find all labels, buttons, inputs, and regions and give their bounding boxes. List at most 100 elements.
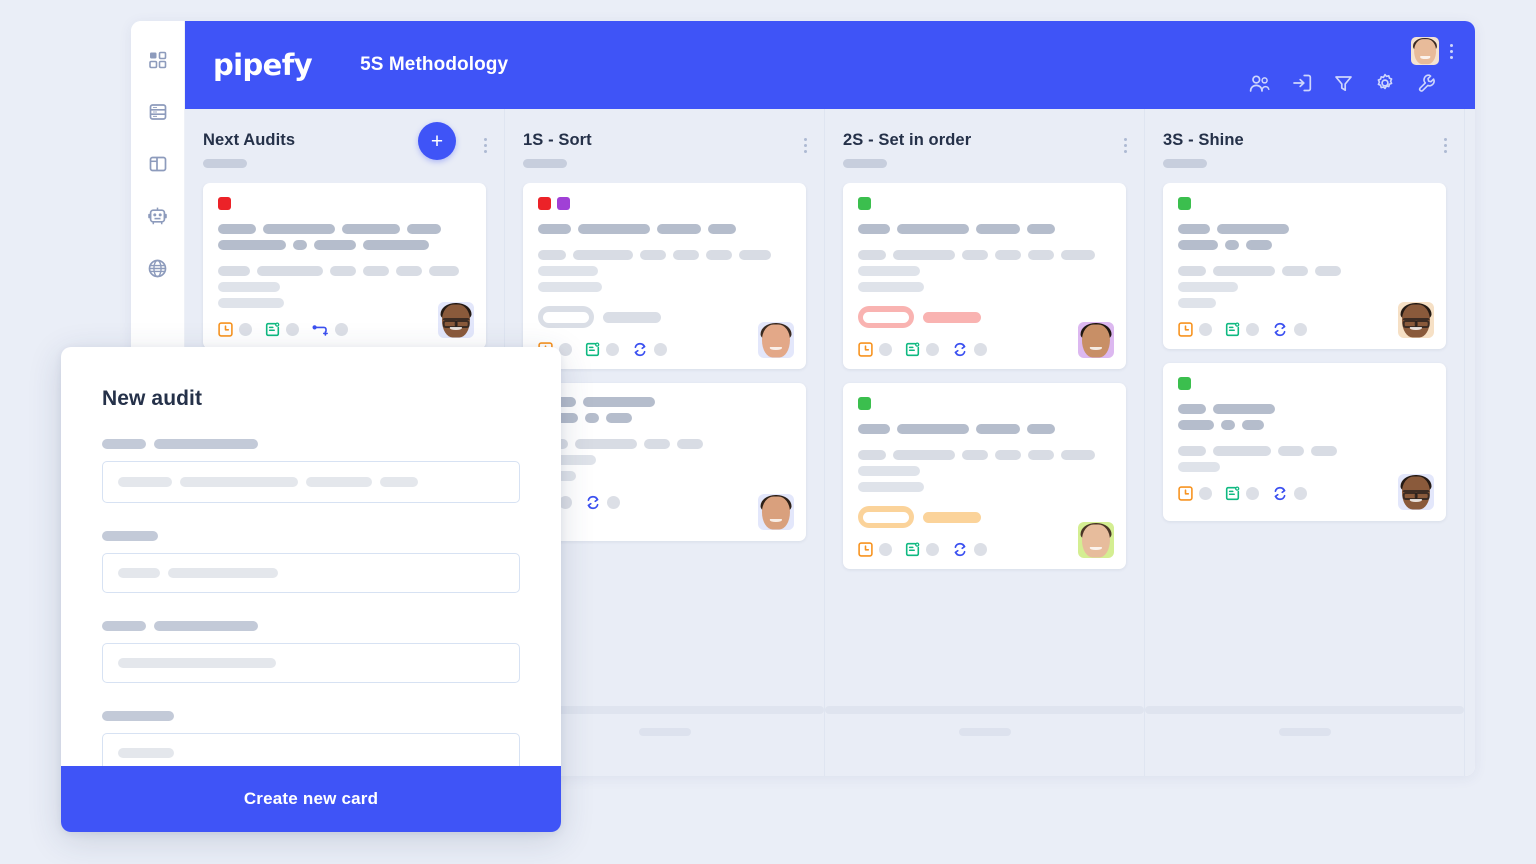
column-header: 1S - Sort — [505, 109, 824, 183]
sidebar-item-dashboard[interactable] — [145, 47, 171, 73]
skeleton-bar — [858, 482, 924, 492]
glasses-icon — [1402, 317, 1430, 328]
avatar[interactable] — [758, 494, 794, 530]
skeleton-bar — [1027, 224, 1055, 234]
refresh-icon[interactable] — [632, 342, 648, 357]
card-body-skeleton — [858, 282, 1111, 292]
board-card[interactable] — [843, 383, 1126, 569]
column-title: 2S - Set in order — [843, 131, 972, 149]
field-input[interactable] — [102, 643, 520, 683]
skeleton-bar — [218, 298, 284, 308]
skeleton-bar — [644, 439, 670, 449]
skeleton-bar — [893, 450, 955, 460]
avatar-photo — [1078, 322, 1114, 358]
field-input[interactable] — [102, 733, 520, 766]
refresh-icon[interactable] — [1272, 486, 1288, 501]
clock-icon[interactable] — [1178, 486, 1193, 501]
board-card[interactable] — [843, 183, 1126, 369]
avatar[interactable] — [1078, 322, 1114, 358]
skeleton-bar — [1178, 404, 1206, 414]
card-footer — [858, 542, 1111, 557]
avatar[interactable] — [1398, 474, 1434, 510]
connector-icon[interactable] — [312, 323, 329, 337]
card-title-skeleton — [858, 424, 1111, 434]
skeleton-bar — [102, 621, 146, 631]
footer-value-skeleton — [879, 343, 892, 356]
column-kebab-menu[interactable] — [1118, 135, 1132, 155]
label-chip — [538, 197, 551, 210]
topbar-kebab-menu[interactable] — [1443, 40, 1459, 62]
avatar[interactable] — [438, 302, 474, 338]
board-card[interactable] — [203, 183, 486, 349]
calendar-check-icon[interactable] — [585, 342, 600, 357]
field-input[interactable] — [102, 461, 520, 503]
calendar-check-icon[interactable] — [905, 542, 920, 557]
card-body-skeleton — [218, 298, 471, 308]
clock-icon[interactable] — [858, 542, 873, 557]
refresh-icon[interactable] — [952, 542, 968, 557]
card-labels — [858, 397, 1111, 410]
avatar[interactable] — [1398, 302, 1434, 338]
skeleton-bar — [976, 424, 1020, 434]
card-meta-skeleton — [538, 250, 791, 260]
board-card[interactable] — [1163, 183, 1446, 349]
skeleton-bar — [858, 250, 886, 260]
refresh-icon[interactable] — [952, 342, 968, 357]
skeleton-bar — [893, 250, 955, 260]
skeleton-bar — [218, 282, 280, 292]
skeleton-bar — [1178, 240, 1218, 250]
column-kebab-menu[interactable] — [478, 135, 492, 155]
calendar-check-icon[interactable] — [1225, 322, 1240, 337]
avatar[interactable] — [1078, 522, 1114, 558]
clock-icon[interactable] — [858, 342, 873, 357]
filter-icon[interactable] — [1334, 74, 1353, 93]
skeleton-bar — [858, 224, 890, 234]
avatar[interactable] — [1411, 37, 1439, 65]
calendar-check-icon[interactable] — [265, 322, 280, 337]
import-icon[interactable] — [1292, 73, 1312, 93]
skeleton-bar — [538, 266, 598, 276]
avatar[interactable] — [758, 322, 794, 358]
add-card-button[interactable]: + — [418, 122, 456, 160]
card-body-skeleton — [538, 282, 791, 292]
refresh-icon[interactable] — [585, 495, 601, 510]
card-labels — [858, 197, 1111, 210]
footer-value-skeleton — [239, 323, 252, 336]
clock-icon[interactable] — [1178, 322, 1193, 337]
board-card[interactable] — [523, 183, 806, 369]
board-card[interactable] — [523, 383, 806, 541]
board-card[interactable] — [1163, 363, 1446, 521]
skeleton-bar — [575, 439, 637, 449]
top-bar: pipefy 5S Methodology — [185, 21, 1475, 109]
clock-icon[interactable] — [218, 322, 233, 337]
sidebar-item-layout[interactable] — [145, 151, 171, 177]
wrench-icon[interactable] — [1417, 73, 1437, 93]
sidebar-item-globe[interactable] — [145, 255, 171, 281]
avatar-photo — [1411, 37, 1439, 65]
gear-icon[interactable] — [1375, 73, 1395, 93]
sidebar-item-database[interactable] — [145, 99, 171, 125]
refresh-icon[interactable] — [1272, 322, 1288, 337]
members-icon[interactable] — [1249, 74, 1270, 93]
column-count-skeleton — [1163, 159, 1207, 168]
badge-pill — [858, 506, 914, 528]
column-kebab-menu[interactable] — [1438, 135, 1452, 155]
calendar-check-icon[interactable] — [905, 342, 920, 357]
field-input[interactable] — [102, 553, 520, 593]
footer-value-skeleton — [559, 343, 572, 356]
glasses-icon — [1402, 489, 1430, 500]
skeleton-bar — [858, 466, 920, 476]
column-kebab-menu[interactable] — [798, 135, 812, 155]
create-new-card-button[interactable]: Create new card — [61, 766, 561, 832]
sidebar-item-robot[interactable] — [145, 203, 171, 229]
skeleton-bar — [1178, 282, 1238, 292]
calendar-check-icon[interactable] — [1225, 486, 1240, 501]
column-title: 3S - Shine — [1163, 131, 1244, 149]
form-field — [102, 531, 520, 593]
card-title-skeleton — [218, 224, 471, 234]
skeleton-bar — [118, 658, 276, 668]
skeleton-bar — [180, 477, 298, 487]
skeleton-bar — [573, 250, 633, 260]
modal-title: New audit — [102, 387, 203, 410]
footer-value-skeleton — [1246, 487, 1259, 500]
